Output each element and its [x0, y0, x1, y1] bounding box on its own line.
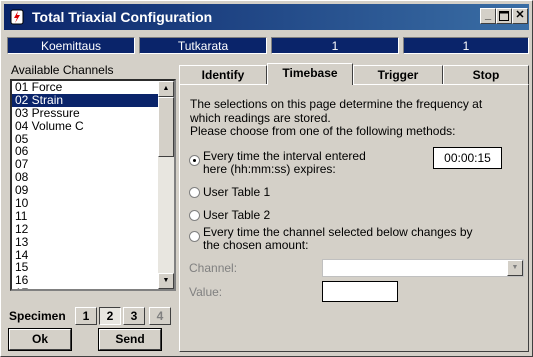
available-channels-label: Available Channels [11, 63, 114, 77]
channel-change-radio[interactable] [189, 231, 200, 242]
channel-list-item[interactable]: 13 [12, 235, 158, 249]
channel-list-scrollbar[interactable]: ▲ ▼ [158, 81, 174, 289]
channel-list-item[interactable]: 14 [12, 248, 158, 262]
scroll-down-button[interactable]: ▼ [158, 273, 174, 289]
timebase-panel: The selections on this page determine th… [179, 84, 529, 352]
specimen-3-button[interactable]: 3 [123, 307, 145, 325]
tab-identify[interactable]: Identify [179, 65, 267, 85]
channel-field-label: Channel: [189, 261, 238, 275]
user-table-1-label: User Table 1 [203, 185, 271, 199]
status-value-b: 1 [403, 37, 529, 54]
maximize-icon [499, 11, 509, 21]
status-test-name: Koemittaus [7, 37, 135, 54]
ok-button[interactable]: Ok [8, 328, 72, 351]
tab-timebase[interactable]: Timebase [267, 63, 353, 85]
title-bar[interactable]: Total Triaxial Configuration _ ✕ [4, 4, 529, 30]
channel-list-item[interactable]: 12 [12, 222, 158, 236]
user-table-2-label: User Table 2 [203, 208, 271, 222]
channel-list-item[interactable]: 09 [12, 184, 158, 197]
channel-list-items: 01 Force 02 Strain 03 Pressure 04 Volume C0… [12, 81, 158, 289]
scroll-up-button[interactable]: ▲ [158, 81, 174, 97]
channel-list-item[interactable]: 02 Strain [12, 93, 158, 107]
channel-list[interactable]: 01 Force 02 Strain 03 Pressure 04 Volume C0… [10, 79, 176, 291]
window-title: Total Triaxial Configuration [32, 9, 213, 25]
channel-list-item[interactable]: 03 Pressure [12, 106, 158, 120]
user-table-2-radio[interactable] [189, 210, 200, 221]
close-button[interactable]: ✕ [512, 8, 528, 24]
interval-option-label: Every time the interval entered here (hh… [203, 149, 366, 176]
specimen-label: Specimen [9, 309, 66, 323]
specimen-4-button[interactable]: 4 [149, 307, 171, 325]
interval-radio[interactable] [189, 155, 200, 166]
send-button[interactable]: Send [98, 328, 162, 351]
specimen-2-button[interactable]: 2 [99, 307, 121, 325]
channel-list-item[interactable]: 05 [12, 132, 158, 146]
specimen-1-button[interactable]: 1 [75, 307, 97, 325]
scroll-thumb[interactable] [158, 97, 174, 157]
interval-input[interactable]: 00:00:15 [433, 147, 502, 169]
config-window: Total Triaxial Configuration _ ✕ Koemitt… [0, 0, 533, 357]
channel-change-option[interactable]: Every time the channel selected below ch… [189, 226, 519, 254]
channel-list-item[interactable]: 17 [12, 287, 158, 289]
channel-select[interactable]: ▼ [322, 259, 524, 277]
user-table-1-option[interactable]: User Table 1 [189, 186, 329, 200]
channel-change-label: Every time the channel selected below ch… [203, 225, 473, 252]
tab-trigger[interactable]: Trigger [353, 65, 443, 85]
lightning-app-icon [10, 9, 24, 25]
status-value-a: 1 [271, 37, 399, 54]
tab-stop[interactable]: Stop [443, 65, 529, 85]
maximize-button[interactable] [496, 8, 512, 24]
value-input[interactable] [322, 281, 398, 302]
user-table-2-option[interactable]: User Table 2 [189, 209, 329, 223]
channel-list-item[interactable]: 01 Force [12, 81, 158, 94]
status-bar: Koemittaus Tutkarata 1 1 [7, 37, 529, 55]
status-location: Tutkarata [139, 37, 267, 54]
channel-list-item[interactable]: 07 [12, 158, 158, 171]
chevron-down-icon[interactable]: ▼ [507, 260, 523, 276]
channel-list-item[interactable]: 08 [12, 171, 158, 184]
channel-list-item[interactable]: 04 Volume C [12, 119, 158, 133]
tab-strip: Identify Timebase Trigger Stop [179, 63, 529, 85]
minimize-icon: _ [484, 9, 492, 21]
close-icon: ✕ [515, 9, 525, 21]
channel-list-item[interactable]: 11 [12, 210, 158, 223]
channel-list-item[interactable]: 06 [12, 145, 158, 158]
timebase-description: The selections on this page determine th… [190, 97, 483, 138]
channel-list-item[interactable]: 15 [12, 261, 158, 274]
minimize-button[interactable]: _ [480, 8, 496, 24]
user-table-1-radio[interactable] [189, 187, 200, 198]
channel-list-item[interactable]: 10 [12, 197, 158, 210]
interval-option[interactable]: Every time the interval entered here (hh… [189, 150, 419, 178]
value-field-label: Value: [189, 285, 223, 299]
channel-list-item[interactable]: 16 [12, 274, 158, 287]
